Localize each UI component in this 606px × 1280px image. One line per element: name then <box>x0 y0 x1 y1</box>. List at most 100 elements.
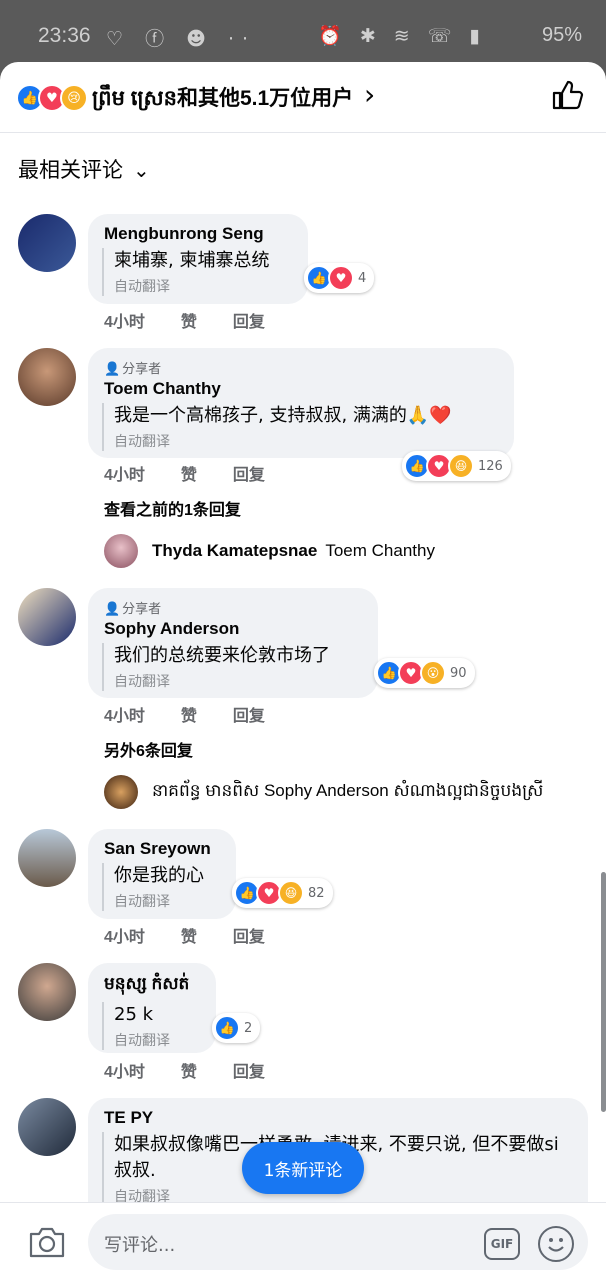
avatar[interactable] <box>18 348 76 406</box>
reply-link[interactable]: 回复 <box>233 461 265 485</box>
like-link[interactable]: 赞 <box>181 923 197 947</box>
status-time: 23:36 <box>38 24 91 47</box>
sad-icon: 😢 <box>60 84 88 112</box>
sharer-badge: 👤 分享者 <box>104 598 362 617</box>
avatar[interactable] <box>18 963 76 1021</box>
reaction-icons: 👍 ♥ 😢 <box>16 84 90 112</box>
comment-time: 4小时 <box>104 708 145 725</box>
sharer-badge: 👤 分享者 <box>104 358 498 377</box>
reply-link[interactable]: 回复 <box>233 702 265 726</box>
reaction-count[interactable]: 👍 ♥ 4 <box>304 263 375 293</box>
avatar[interactable] <box>104 775 138 809</box>
love-icon: ♥ <box>328 265 354 291</box>
reply-preview[interactable]: Thyda Kamatepsnae Toem Chanthy <box>104 534 435 568</box>
chevron-right-icon[interactable]: › <box>364 78 375 111</box>
like-link[interactable]: 赞 <box>181 1058 197 1082</box>
sort-dropdown[interactable]: 最相关评论 ⌄ <box>18 154 150 184</box>
comment-bubble: 👤 分享者 Toem Chanthy 我是一个高棉孩子, 支持叔叔, 满满的🙏❤… <box>88 348 514 458</box>
comment-time: 4小时 <box>104 314 145 331</box>
view-replies-link[interactable]: 查看之前的1条回复 <box>104 496 241 520</box>
comment-text: 柬埔寨, 柬埔寨总统 <box>114 250 270 271</box>
chevron-down-icon: ⌄ <box>133 160 150 182</box>
comments-sheet: 👍 ♥ 😢 ព្រឹម ស្រេន和其他5.1万位用户 › 最相关评论 ⌄ Men… <box>0 62 606 1280</box>
new-comments-button[interactable]: 1条新评论 <box>242 1142 364 1194</box>
reply-link[interactable]: 回复 <box>233 308 265 332</box>
camera-icon[interactable] <box>28 1225 66 1259</box>
scrollbar[interactable] <box>601 872 606 1112</box>
comment-text: 我是一个高棉孩子, 支持叔叔, 满满的🙏❤️ <box>114 405 452 426</box>
person-icon: 👤 <box>104 362 121 377</box>
comment-text: 你是我的心 <box>114 865 204 886</box>
comment-composer: 写评论... GIF <box>0 1202 606 1280</box>
auto-translate-label[interactable]: 自动翻译 <box>114 671 362 691</box>
avatar[interactable] <box>18 1098 76 1156</box>
reaction-count[interactable]: 👍 2 <box>212 1013 261 1043</box>
reaction-number: 82 <box>308 885 325 901</box>
gif-icon[interactable]: GIF <box>484 1228 520 1260</box>
like-button-icon[interactable] <box>550 78 584 112</box>
reaction-count[interactable]: 👍 ♥ 😮 90 <box>374 658 475 688</box>
comment-text: 25 k <box>114 1004 154 1025</box>
comment-author[interactable]: Mengbunrong Seng <box>104 224 292 244</box>
comment-actions: 4小时 赞 回复 <box>104 1058 301 1082</box>
avatar[interactable] <box>18 214 76 272</box>
comment-time: 4小时 <box>104 929 145 946</box>
reactions-header[interactable]: 👍 ♥ 😢 ព្រឹម ស្រេន和其他5.1万位用户 › <box>0 62 606 133</box>
reaction-number: 4 <box>358 270 367 286</box>
haha-icon: 😆 <box>278 880 304 906</box>
auto-translate-label[interactable]: 自动翻译 <box>114 1030 200 1050</box>
reply-link[interactable]: 回复 <box>233 923 265 947</box>
like-link[interactable]: 赞 <box>181 702 197 726</box>
comment-author[interactable]: San Sreyown <box>104 839 220 859</box>
reactions-title: ព្រឹម ស្រេន和其他5.1万位用户 <box>92 87 354 110</box>
notification-icons: ♡ ⓕ ☻ ·· <box>106 28 257 50</box>
avatar[interactable] <box>104 534 138 568</box>
emoji-icon[interactable] <box>538 1226 574 1262</box>
person-icon: 👤 <box>104 602 121 617</box>
sharer-label: 分享者 <box>122 362 162 377</box>
comment-text: 我们的总统要来伦敦市场了 <box>114 645 330 666</box>
status-bar: 23:36 ♡ ⓕ ☻ ·· ⏰ ✱ ≋ ☏ ▮ 95% <box>0 0 606 70</box>
comment-placeholder: 写评论... <box>104 1235 176 1256</box>
comment-actions: 4小时 赞 回复 <box>104 702 301 726</box>
sort-label: 最相关评论 <box>18 159 123 182</box>
comment-bubble: Mengbunrong Seng 柬埔寨, 柬埔寨总统 自动翻译 <box>88 214 308 304</box>
view-replies-link[interactable]: 另外6条回复 <box>104 737 193 761</box>
comment-author[interactable]: TE PY <box>104 1108 572 1128</box>
comment-actions: 4小时 赞 回复 <box>104 461 301 485</box>
like-link[interactable]: 赞 <box>181 461 197 485</box>
comment-actions: 4小时 赞 回复 <box>104 923 301 947</box>
comment-bubble: 👤 分享者 Sophy Anderson 我们的总统要来伦敦市场了 自动翻译 <box>88 588 378 698</box>
like-link[interactable]: 赞 <box>181 308 197 332</box>
sharer-label: 分享者 <box>122 602 162 617</box>
reply-link[interactable]: 回复 <box>233 1058 265 1082</box>
reaction-number: 2 <box>244 1020 253 1036</box>
reaction-number: 126 <box>478 458 503 474</box>
comment-author[interactable]: Toem Chanthy <box>104 379 498 399</box>
avatar[interactable] <box>18 829 76 887</box>
reaction-count[interactable]: 👍 ♥ 😆 126 <box>402 451 511 481</box>
reply-preview[interactable]: នាគព័ន្ធ មានពិស Sophy Anderson សំណាងល្អជ… <box>104 775 543 809</box>
reply-author[interactable]: Thyda Kamatepsnae <box>152 541 317 561</box>
auto-translate-label[interactable]: 自动翻译 <box>114 276 292 296</box>
reply-text: នាគព័ន្ធ មានពិស Sophy Anderson សំណាងល្អជ… <box>152 780 544 800</box>
reaction-number: 90 <box>450 665 467 681</box>
like-icon: 👍 <box>214 1015 240 1041</box>
comment-author[interactable]: Sophy Anderson <box>104 619 362 639</box>
system-icons: ⏰ ✱ ≋ ☏ ▮ <box>318 25 486 47</box>
avatar[interactable] <box>18 588 76 646</box>
comment-time: 4小时 <box>104 1064 145 1081</box>
comment-author[interactable]: មនុស្ស កំសត់ <box>104 973 200 998</box>
auto-translate-label[interactable]: 自动翻译 <box>114 431 498 451</box>
haha-icon: 😆 <box>448 453 474 479</box>
battery-level: 95% <box>541 24 582 46</box>
comment-bubble: San Sreyown 你是我的心 自动翻译 <box>88 829 236 919</box>
reaction-count[interactable]: 👍 ♥ 😆 82 <box>232 878 333 908</box>
comment-bubble: មនុស្ស កំសត់ 25 k 自动翻译 <box>88 963 216 1053</box>
comment-actions: 4小时 赞 回复 <box>104 308 301 332</box>
reply-text: Toem Chanthy <box>325 541 435 560</box>
comment-time: 4小时 <box>104 467 145 484</box>
wow-icon: 😮 <box>420 660 446 686</box>
comment-input[interactable]: 写评论... GIF <box>88 1214 588 1270</box>
auto-translate-label[interactable]: 自动翻译 <box>114 891 220 911</box>
